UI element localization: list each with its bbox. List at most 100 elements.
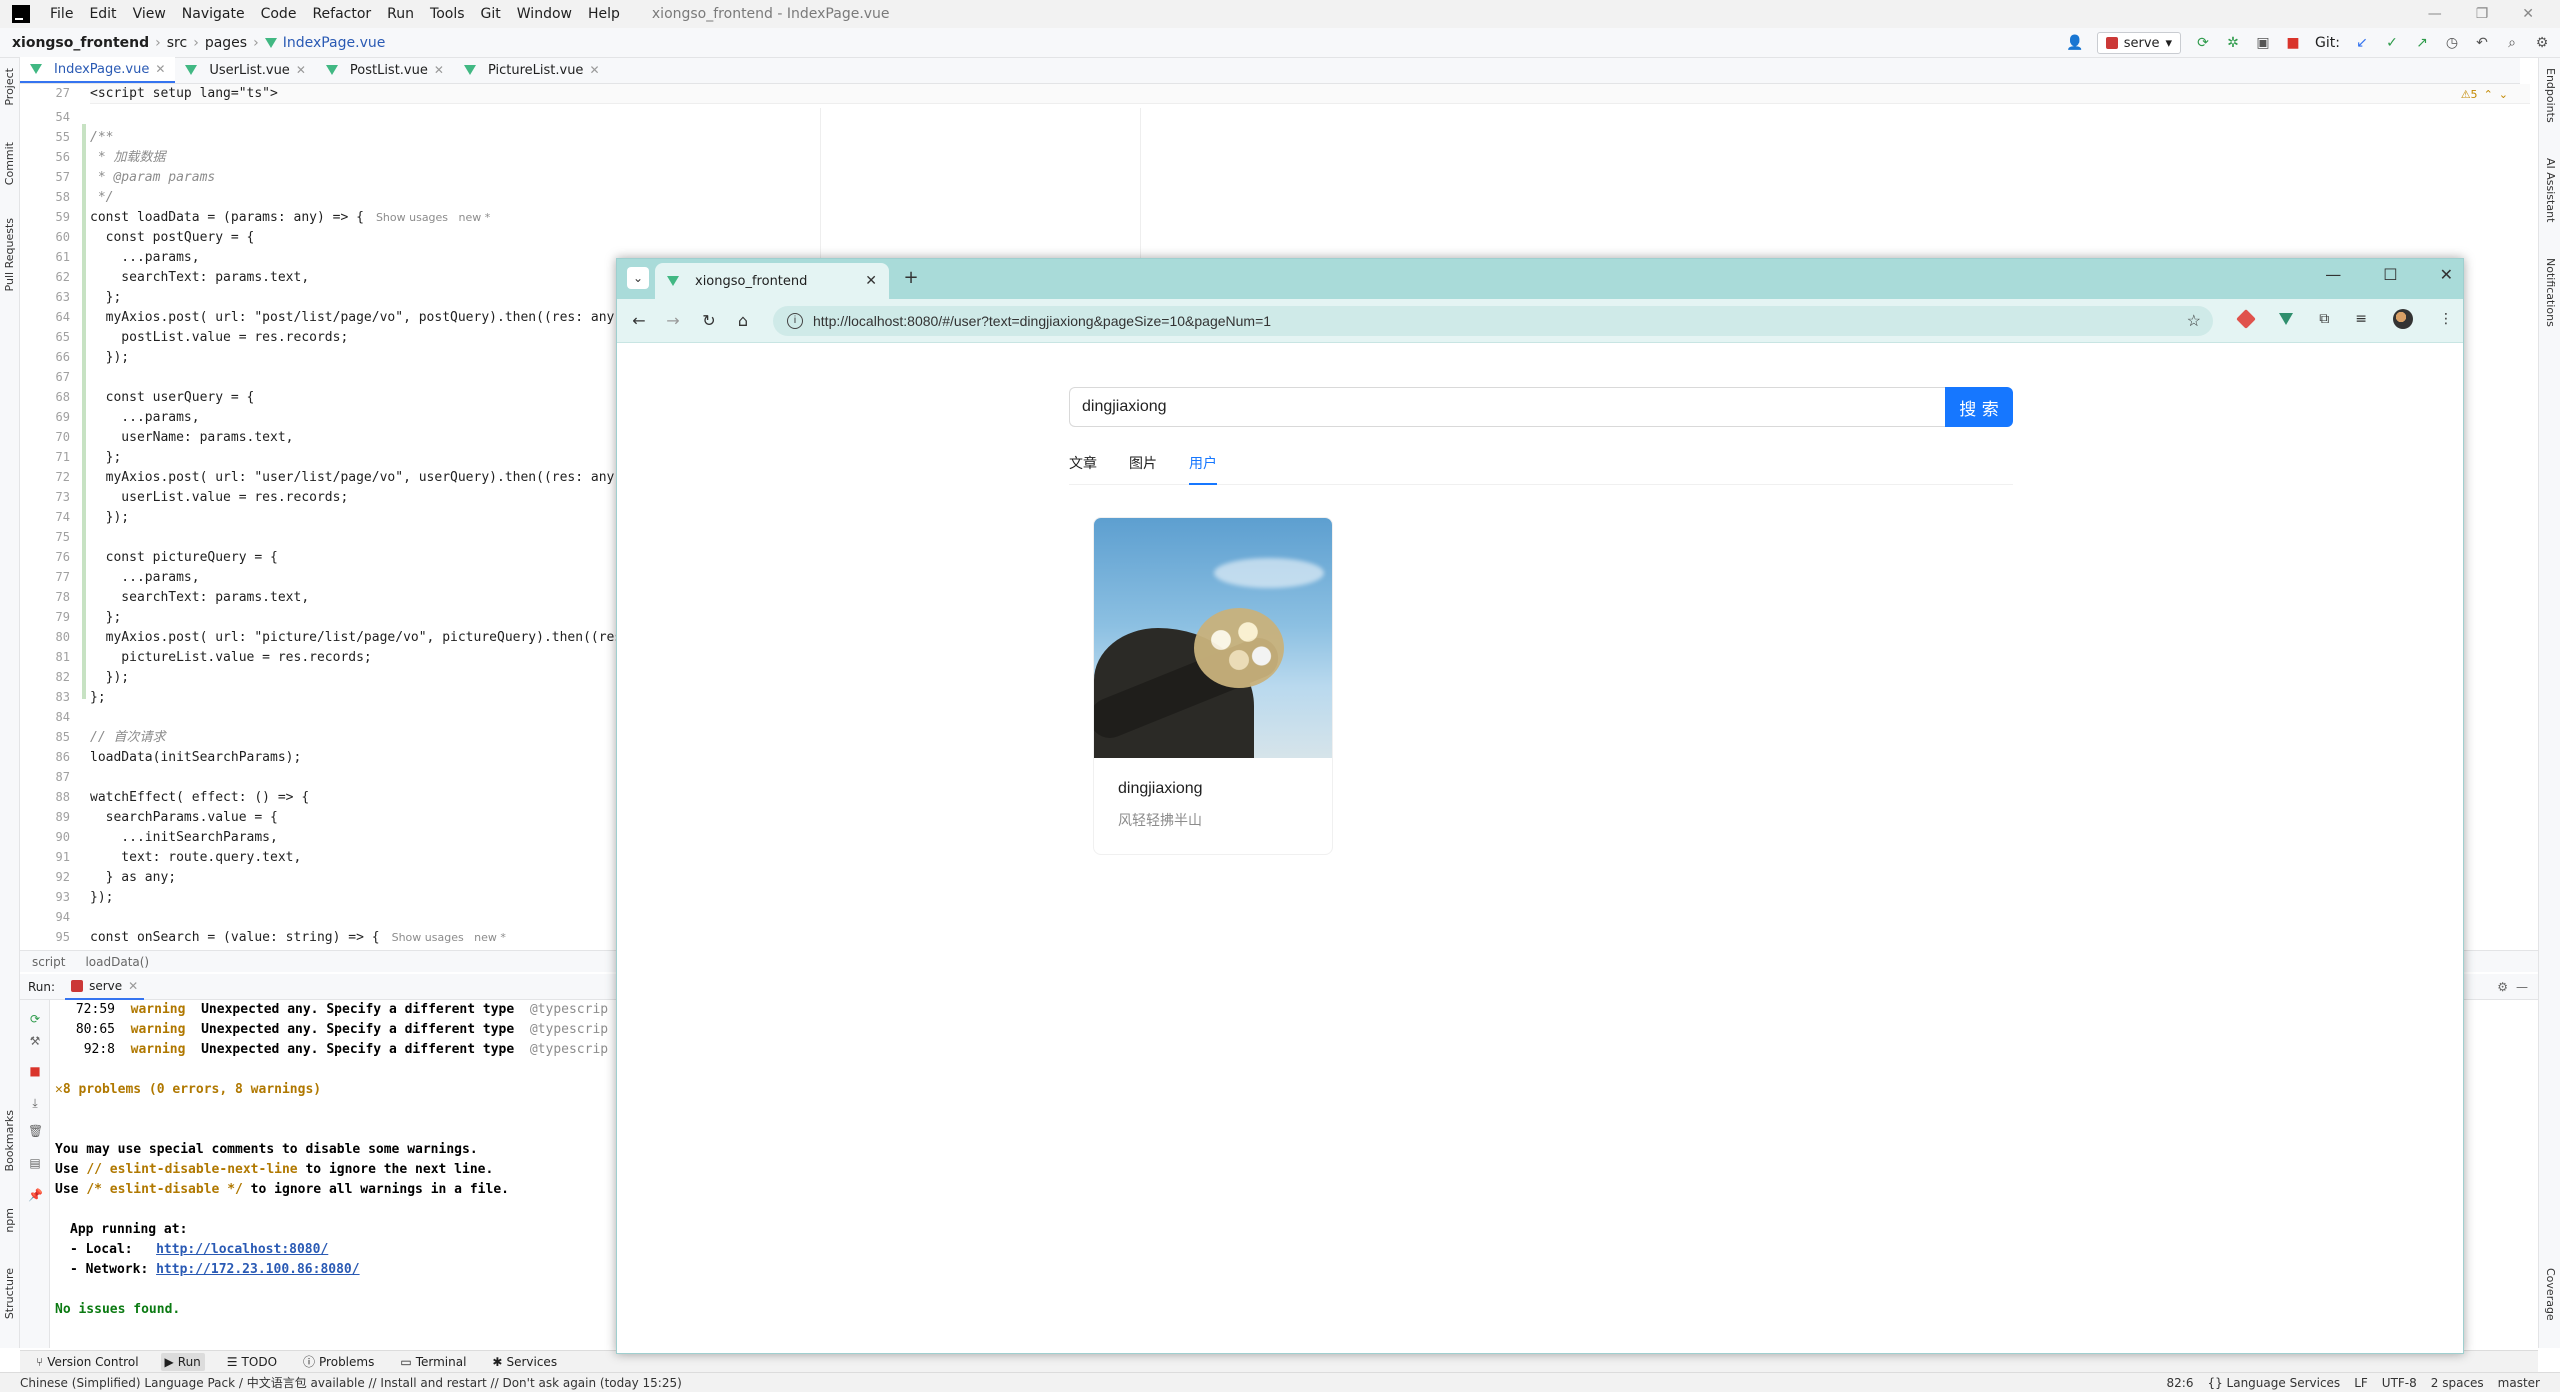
git-push-icon[interactable]: ↗ xyxy=(2414,35,2430,51)
chevron-down-icon[interactable]: ⌄ xyxy=(2499,88,2508,101)
history-icon[interactable]: ◷ xyxy=(2444,35,2460,51)
status-message[interactable]: Chinese (Simplified) Language Pack / 中文语… xyxy=(0,1374,682,1391)
close-tab-icon[interactable]: ✕ xyxy=(865,273,877,289)
wrench-icon[interactable]: ⚒ xyxy=(28,1034,42,1048)
chevron-up-icon[interactable]: ⌃ xyxy=(2484,88,2493,101)
close-icon[interactable]: ✕ xyxy=(2522,6,2534,22)
forward-icon[interactable]: → xyxy=(663,311,683,331)
tool-npm[interactable]: npm xyxy=(3,1208,16,1233)
local-url-link[interactable]: http://localhost:8080/ xyxy=(156,1242,328,1257)
breadcrumb-project[interactable]: xiongso_frontend xyxy=(12,35,149,51)
file-encoding[interactable]: UTF-8 xyxy=(2382,1376,2417,1390)
scope-script[interactable]: script xyxy=(32,955,65,969)
caret-position[interactable]: 82:6 xyxy=(2167,1376,2194,1390)
maximize-icon[interactable]: ❐ xyxy=(2476,6,2489,22)
rollback-icon[interactable]: ↶ xyxy=(2474,35,2490,51)
breadcrumb-file[interactable]: IndexPage.vue xyxy=(283,35,386,51)
home-icon[interactable]: ⌂ xyxy=(733,311,753,331)
menu-help[interactable]: Help xyxy=(580,6,628,22)
tool-structure[interactable]: Structure xyxy=(3,1268,16,1319)
line-separator[interactable]: LF xyxy=(2354,1376,2368,1390)
tab-userlist[interactable]: UserList.vue ✕ xyxy=(175,57,315,83)
run-config-select[interactable]: serve ▾ xyxy=(2096,32,2182,54)
more-menu-icon[interactable]: ⋮ xyxy=(2439,311,2453,327)
tab-search-icon[interactable]: ⌄ xyxy=(627,267,649,289)
menu-tools[interactable]: Tools xyxy=(422,6,473,22)
hide-panel-icon[interactable]: — xyxy=(2516,980,2528,994)
tool-bookmarks[interactable]: Bookmarks xyxy=(3,1110,16,1171)
extensions-puzzle-icon[interactable]: ⧉ xyxy=(2319,311,2329,327)
tool-run[interactable]: ▶ Run xyxy=(160,1352,205,1371)
close-icon[interactable]: ✕ xyxy=(589,63,599,77)
stop-icon[interactable]: ■ xyxy=(28,1064,42,1078)
maximize-icon[interactable]: ☐ xyxy=(2383,265,2397,284)
minimize-icon[interactable]: — xyxy=(2428,6,2442,22)
coverage-icon[interactable]: ▣ xyxy=(2255,35,2271,51)
menu-window[interactable]: Window xyxy=(509,6,580,22)
menu-code[interactable]: Code xyxy=(253,6,305,22)
tool-services[interactable]: ✱ Services xyxy=(488,1353,561,1371)
settings-icon[interactable]: ⚙ xyxy=(2534,35,2550,51)
reload-icon[interactable]: ↻ xyxy=(699,311,719,331)
menu-git[interactable]: Git xyxy=(473,6,509,22)
language-services[interactable]: {} Language Services xyxy=(2207,1376,2340,1390)
tool-endpoints[interactable]: Endpoints xyxy=(2544,68,2557,123)
tab-indexpage[interactable]: IndexPage.vue ✕ xyxy=(20,57,176,83)
stop-icon[interactable]: ■ xyxy=(2285,35,2301,51)
tool-version-control[interactable]: ⑂ Version Control xyxy=(32,1353,143,1371)
search-input[interactable] xyxy=(1069,387,1945,427)
inspection-widget[interactable]: ⚠5 ⌃ ⌄ xyxy=(2461,88,2508,101)
tab-postlist[interactable]: PostList.vue ✕ xyxy=(316,57,454,83)
layout-icon[interactable]: ▤ xyxy=(28,1156,42,1170)
rerun-icon[interactable]: ⟳ xyxy=(2195,35,2211,51)
tool-coverage[interactable]: Coverage xyxy=(2544,1268,2557,1321)
tab-articles[interactable]: 文章 xyxy=(1069,447,1097,485)
new-tab-icon[interactable]: + xyxy=(899,267,923,291)
tool-project[interactable]: Project xyxy=(3,68,16,106)
address-bar[interactable]: i http://localhost:8080/#/user?text=ding… xyxy=(773,306,2213,336)
search-button[interactable]: 搜 索 xyxy=(1945,387,2013,427)
indent-setting[interactable]: 2 spaces xyxy=(2431,1376,2484,1390)
menu-refactor[interactable]: Refactor xyxy=(304,6,379,22)
tool-ai-assistant[interactable]: AI Assistant xyxy=(2544,158,2557,222)
trash-icon[interactable]: 🗑 xyxy=(28,1124,43,1138)
rerun-icon[interactable]: ⟳ xyxy=(28,1012,42,1026)
scope-function[interactable]: loadData() xyxy=(85,955,149,969)
bookmark-star-icon[interactable]: ☆ xyxy=(2187,311,2201,331)
run-tab-serve[interactable]: serve ✕ xyxy=(65,974,145,1000)
browser-tab[interactable]: xiongso_frontend ✕ xyxy=(655,263,889,299)
settings-icon[interactable]: ⚙ xyxy=(2497,980,2508,994)
git-branch[interactable]: master xyxy=(2498,1376,2540,1390)
tool-problems[interactable]: ⓘ Problems xyxy=(299,1353,378,1371)
menu-edit[interactable]: Edit xyxy=(81,6,124,22)
menu-file[interactable]: File xyxy=(42,6,81,22)
tab-pictures[interactable]: 图片 xyxy=(1129,447,1157,485)
pin-icon[interactable]: 📌 xyxy=(28,1188,43,1202)
tool-terminal[interactable]: ▭ Terminal xyxy=(396,1353,470,1371)
close-icon[interactable]: ✕ xyxy=(434,63,444,77)
debug-icon[interactable]: ✲ xyxy=(2225,35,2241,51)
close-icon[interactable]: ✕ xyxy=(155,62,165,76)
git-update-icon[interactable]: ↙ xyxy=(2354,35,2370,51)
git-commit-icon[interactable]: ✓ xyxy=(2384,35,2400,51)
tool-pull-requests[interactable]: Pull Requests xyxy=(3,218,16,291)
tool-todo[interactable]: ☰ TODO xyxy=(223,1353,281,1371)
user-dropdown-icon[interactable]: 👤 xyxy=(2066,35,2083,51)
scroll-end-icon[interactable]: ⤓ xyxy=(28,1096,42,1110)
vue-devtools-icon[interactable] xyxy=(2279,313,2294,325)
menu-navigate[interactable]: Navigate xyxy=(174,6,253,22)
close-icon[interactable]: ✕ xyxy=(128,979,138,993)
close-icon[interactable]: ✕ xyxy=(2440,265,2453,284)
back-icon[interactable]: ← xyxy=(629,311,649,331)
search-icon[interactable]: ⌕ xyxy=(2504,35,2520,51)
breadcrumb-pages[interactable]: pages xyxy=(205,35,247,51)
reading-list-icon[interactable]: ≡ xyxy=(2355,311,2367,327)
usage-hint[interactable]: Show usages new * xyxy=(392,931,506,944)
breadcrumb-src[interactable]: src xyxy=(167,35,187,51)
menu-run[interactable]: Run xyxy=(379,6,422,22)
tool-notifications[interactable]: Notifications xyxy=(2544,258,2557,327)
tool-commit[interactable]: Commit xyxy=(3,142,16,185)
network-url-link[interactable]: http://172.23.100.86:8080/ xyxy=(156,1262,360,1277)
close-icon[interactable]: ✕ xyxy=(296,63,306,77)
profile-avatar[interactable] xyxy=(2393,309,2413,329)
